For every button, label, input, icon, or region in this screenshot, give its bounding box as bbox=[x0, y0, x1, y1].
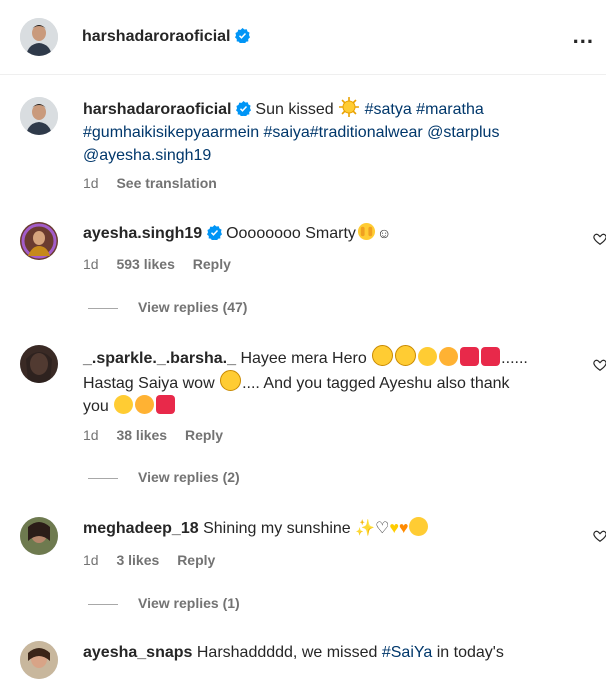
divider-line bbox=[88, 477, 118, 479]
avatar[interactable] bbox=[20, 18, 58, 56]
comment-text: Hastag Saiya wow bbox=[83, 375, 215, 392]
like-heart-icon[interactable] bbox=[593, 529, 606, 543]
more-options-icon[interactable]: ... bbox=[573, 25, 594, 47]
comment-time[interactable]: 1d bbox=[83, 256, 99, 272]
comment-text: Oooooooo Smarty bbox=[226, 225, 356, 242]
like-heart-icon[interactable] bbox=[593, 358, 606, 372]
comment-username[interactable]: meghadeep_18 bbox=[83, 520, 199, 537]
weary-face-emoji-icon bbox=[395, 345, 417, 366]
comment-text: Hayee mera Hero bbox=[240, 350, 367, 367]
likes-count[interactable]: 593 likes bbox=[116, 256, 174, 272]
reply-button[interactable]: Reply bbox=[185, 427, 223, 443]
comment-text: in today's bbox=[436, 644, 504, 661]
heart-emoji-icon bbox=[481, 347, 501, 366]
sun-emoji-icon bbox=[339, 97, 360, 117]
yellow-heart-emoji-icon: ♥ bbox=[389, 520, 399, 537]
avatar[interactable] bbox=[20, 97, 58, 135]
comment-username[interactable]: ayesha.singh19 bbox=[83, 225, 202, 242]
comment-text: Shining my sunshine bbox=[203, 520, 351, 537]
comment-text: you bbox=[83, 398, 109, 415]
face-with-hands-emoji-icon bbox=[357, 222, 375, 241]
comment-time[interactable]: 1d bbox=[83, 552, 99, 568]
heart-eyes-emoji-icon bbox=[418, 347, 438, 366]
divider-line bbox=[88, 307, 118, 309]
sparkles-emoji-icon: ✨ bbox=[355, 520, 376, 537]
comment-text: Harshaddddd, we missed bbox=[196, 644, 378, 661]
hashtag-link[interactable]: #gumhaikisikepyaarmein #saiya#traditiona… bbox=[83, 124, 499, 141]
comment-time[interactable]: 1d bbox=[83, 427, 99, 443]
like-heart-icon[interactable] bbox=[593, 232, 606, 246]
see-translation-button[interactable]: See translation bbox=[116, 175, 216, 191]
kissing-face-emoji-icon bbox=[439, 347, 459, 366]
likes-count[interactable]: 38 likes bbox=[116, 427, 167, 443]
reply-button[interactable]: Reply bbox=[177, 552, 215, 568]
orange-heart-emoji-icon: ♥ bbox=[398, 520, 409, 537]
post-header: harshadaroraoficial ... bbox=[0, 0, 606, 75]
hashtag-link[interactable]: #satya #maratha bbox=[365, 101, 484, 118]
avatar[interactable] bbox=[20, 517, 58, 555]
comment-username[interactable]: ayesha_snaps bbox=[83, 644, 192, 661]
pleading-face-emoji-icon bbox=[372, 345, 394, 366]
verified-badge-icon bbox=[234, 28, 250, 43]
view-replies-button[interactable]: View replies (47) bbox=[88, 299, 247, 315]
comment-time[interactable]: 1d bbox=[83, 175, 99, 191]
mention-link[interactable]: @ayesha.singh19 bbox=[83, 147, 211, 164]
avatar[interactable] bbox=[20, 222, 58, 260]
caption-username[interactable]: harshadaroraoficial bbox=[83, 101, 232, 118]
heart-emoji-icon bbox=[156, 395, 176, 414]
frowning-face-emoji-icon bbox=[220, 370, 242, 391]
heart-emoji-icon bbox=[460, 347, 480, 366]
smile-icon: ☺ bbox=[376, 225, 392, 241]
hashtag-link[interactable]: #SaiYa bbox=[382, 644, 432, 661]
comment-username[interactable]: _.sparkle._.barsha._ bbox=[83, 350, 236, 367]
comment-text: .... And you tagged Ayeshu also thank bbox=[242, 375, 510, 392]
comment-text: ...... bbox=[501, 350, 528, 367]
avatar[interactable] bbox=[20, 641, 58, 679]
smiling-hearts-emoji-icon bbox=[135, 395, 155, 414]
caption-text: Sun kissed bbox=[255, 101, 334, 118]
reply-button[interactable]: Reply bbox=[193, 256, 231, 272]
heart-eyes-emoji-icon bbox=[114, 395, 134, 414]
verified-badge-icon bbox=[206, 225, 222, 240]
verified-badge-icon bbox=[235, 101, 251, 116]
white-heart-emoji-icon: ♡ bbox=[375, 520, 390, 537]
header-username[interactable]: harshadaroraoficial bbox=[82, 28, 231, 45]
view-replies-label[interactable]: View replies (2) bbox=[138, 469, 240, 485]
divider-line bbox=[88, 603, 118, 605]
view-replies-button[interactable]: View replies (1) bbox=[88, 595, 240, 611]
avatar[interactable] bbox=[20, 345, 58, 383]
hugging-face-emoji-icon bbox=[409, 517, 429, 536]
view-replies-button[interactable]: View replies (2) bbox=[88, 469, 240, 485]
view-replies-label[interactable]: View replies (47) bbox=[138, 299, 247, 315]
likes-count[interactable]: 3 likes bbox=[116, 552, 159, 568]
view-replies-label[interactable]: View replies (1) bbox=[138, 595, 240, 611]
